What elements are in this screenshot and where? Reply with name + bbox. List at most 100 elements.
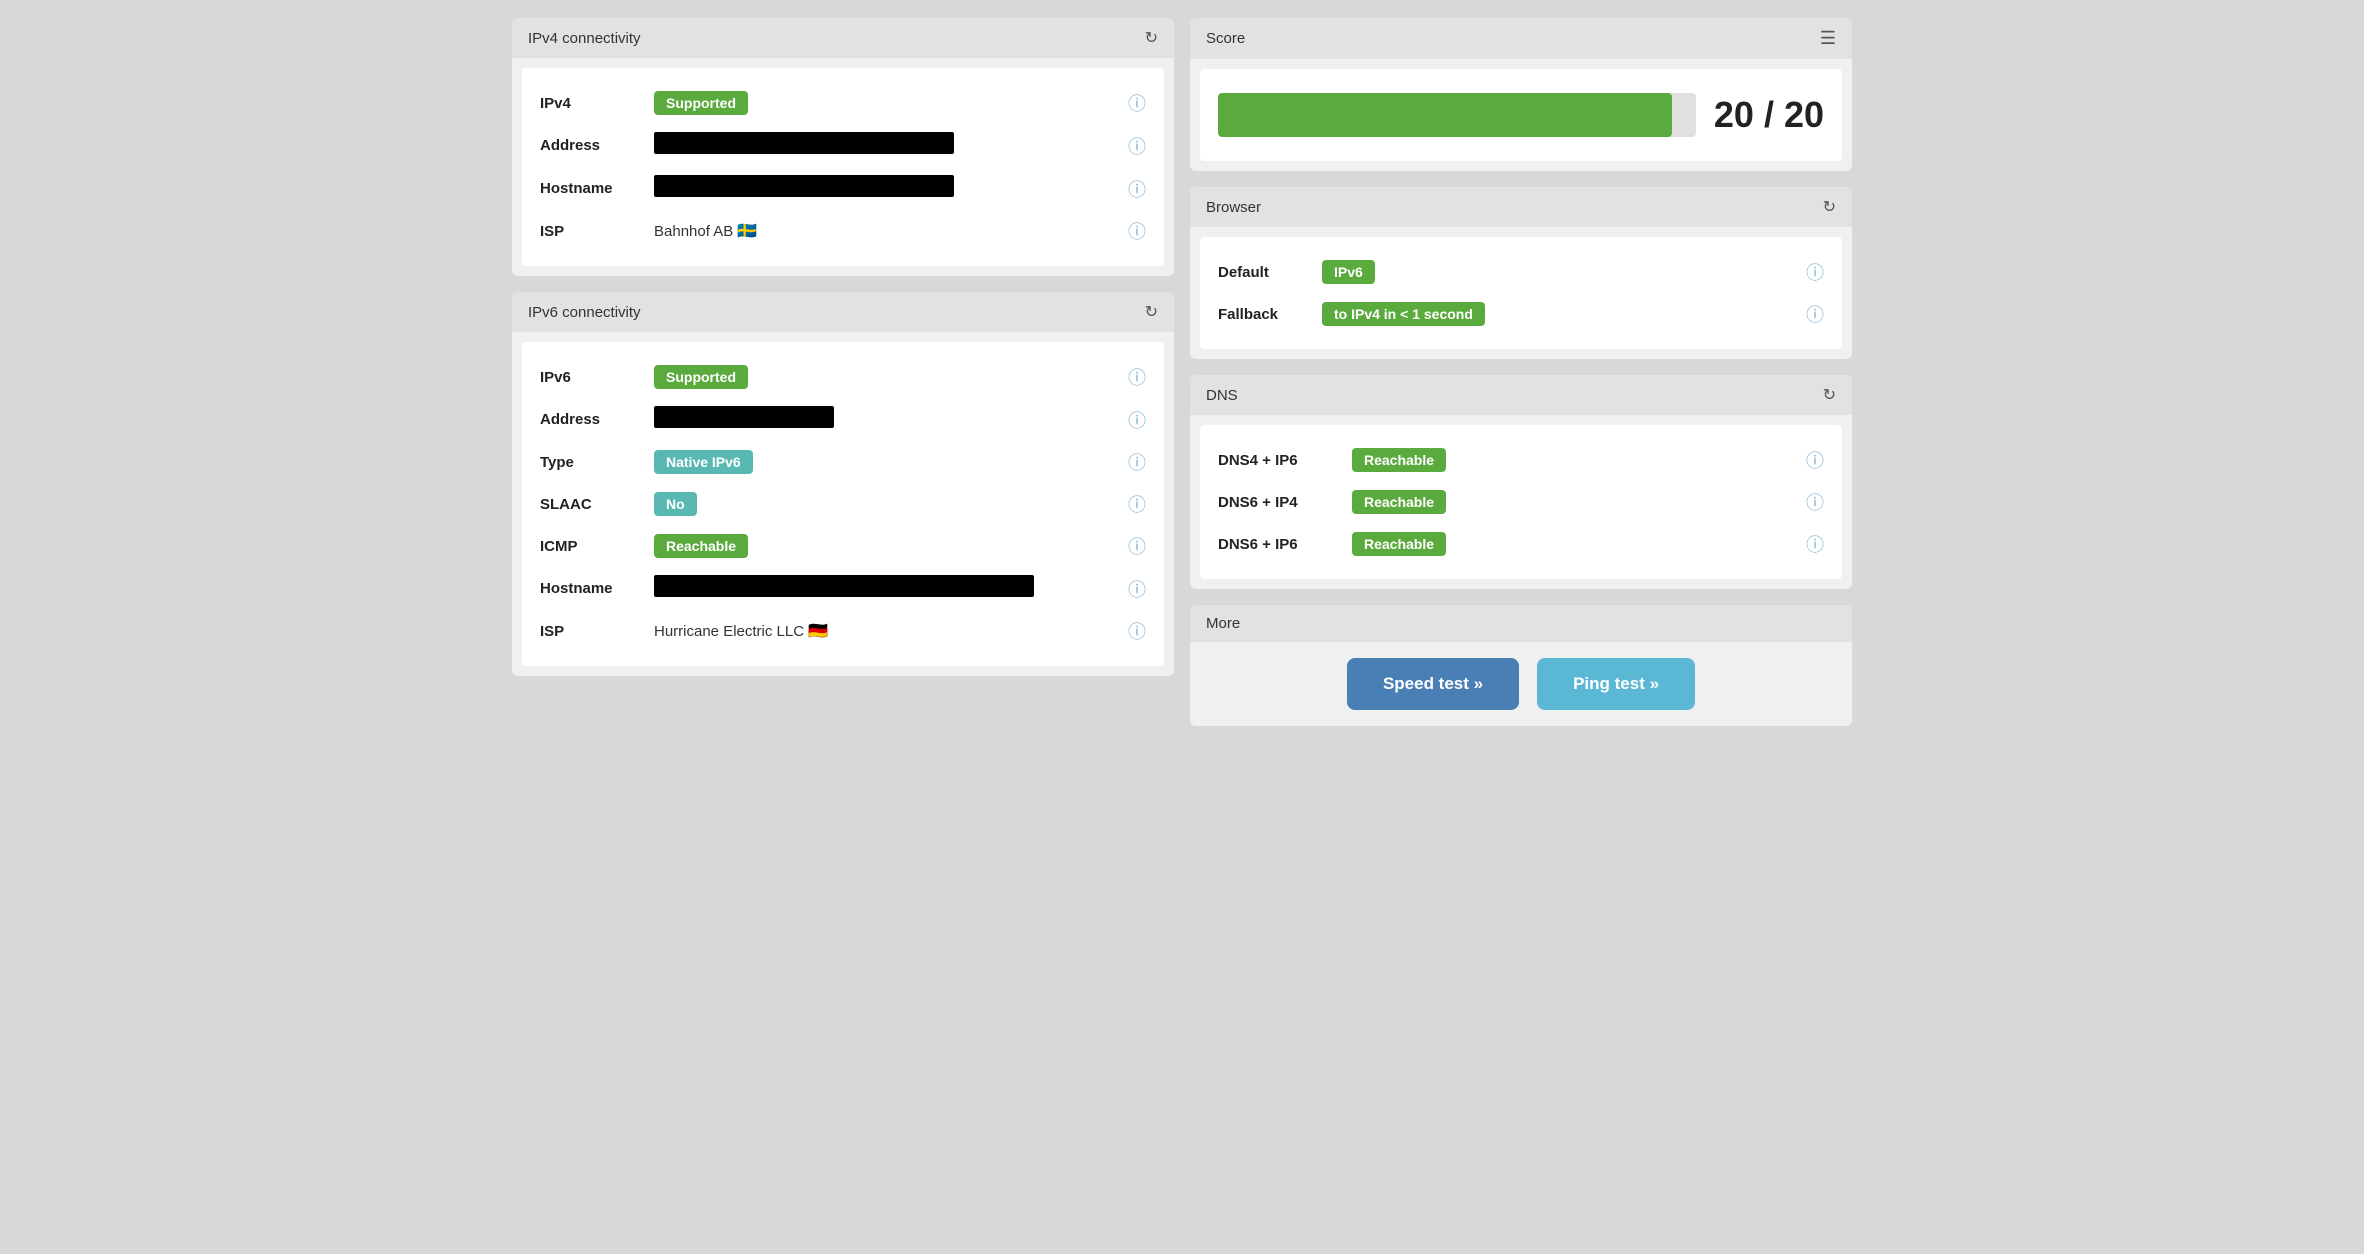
ipv6-address-redacted <box>654 406 834 428</box>
dns-help-icon-2[interactable]: ⓘ <box>1806 531 1824 557</box>
ipv6-isp-label: ISP <box>540 623 640 640</box>
ipv4-isp-value: Bahnhof AB 🇸🇪 <box>654 221 1114 241</box>
ipv4-status-row: IPv4 Supported ⓘ <box>540 82 1146 124</box>
ipv6-type-value: Native IPv6 <box>654 450 1114 474</box>
ipv4-help-icon[interactable]: ⓘ <box>1128 90 1146 116</box>
ipv4-hostname-help-icon[interactable]: ⓘ <box>1128 176 1146 202</box>
ipv4-address-row: Address ⓘ <box>540 124 1146 167</box>
ipv4-section-title: IPv4 connectivity <box>528 30 641 47</box>
ipv6-section-title: IPv6 connectivity <box>528 304 641 321</box>
ipv6-refresh-icon[interactable]: ↻ <box>1145 302 1158 322</box>
browser-fallback-value: to IPv4 in < 1 second <box>1322 302 1792 326</box>
score-list-icon[interactable]: ☰ <box>1820 28 1836 49</box>
ipv6-card: IPv6 connectivity ↻ IPv6 Supported ⓘ Add… <box>512 292 1174 676</box>
browser-fallback-row: Fallback to IPv4 in < 1 second ⓘ <box>1218 293 1824 335</box>
ipv6-icmp-label: ICMP <box>540 538 640 555</box>
left-column: IPv4 connectivity ↻ IPv4 Supported ⓘ Add… <box>512 18 1174 726</box>
score-header: Score ☰ <box>1190 18 1852 59</box>
dns-value-1: Reachable <box>1352 490 1792 514</box>
ipv4-label: IPv4 <box>540 95 640 112</box>
dns-refresh-icon[interactable]: ↻ <box>1823 385 1836 405</box>
ipv4-address-value <box>654 132 1114 159</box>
ipv6-type-badge: Native IPv6 <box>654 450 753 474</box>
dns-card: DNS ↻ DNS4 + IP6 Reachable ⓘ DNS6 + IP4 … <box>1190 375 1852 589</box>
ipv6-type-row: Type Native IPv6 ⓘ <box>540 441 1146 483</box>
speed-test-button[interactable]: Speed test » <box>1347 658 1519 710</box>
main-grid: IPv4 connectivity ↻ IPv4 Supported ⓘ Add… <box>512 18 1852 726</box>
dns-header: DNS ↻ <box>1190 375 1852 415</box>
browser-default-badge: IPv6 <box>1322 260 1375 284</box>
ipv6-status-row: IPv6 Supported ⓘ <box>540 356 1146 398</box>
browser-refresh-icon[interactable]: ↻ <box>1823 197 1836 217</box>
ipv4-refresh-icon[interactable]: ↻ <box>1145 28 1158 48</box>
ipv6-isp-row: ISP Hurricane Electric LLC 🇩🇪 ⓘ <box>540 610 1146 652</box>
dns-label-2: DNS6 + IP6 <box>1218 536 1338 553</box>
ipv4-isp-flag: 🇸🇪 <box>737 223 757 240</box>
ipv4-supported-badge: Supported <box>654 91 748 115</box>
ipv6-address-help-icon[interactable]: ⓘ <box>1128 407 1146 433</box>
score-bar-fill <box>1218 93 1672 137</box>
browser-body: Default IPv6 ⓘ Fallback to IPv4 in < 1 s… <box>1200 237 1842 349</box>
ipv6-address-label: Address <box>540 411 640 428</box>
browser-default-help-icon[interactable]: ⓘ <box>1806 259 1824 285</box>
ipv4-hostname-label: Hostname <box>540 180 640 197</box>
ipv4-isp-label: ISP <box>540 223 640 240</box>
ipv6-isp-value: Hurricane Electric LLC 🇩🇪 <box>654 621 1114 641</box>
ipv6-hostname-redacted <box>654 575 1034 597</box>
ipv6-address-row: Address ⓘ <box>540 398 1146 441</box>
ipv6-help-icon[interactable]: ⓘ <box>1128 364 1146 390</box>
dns-badge-0: Reachable <box>1352 448 1446 472</box>
browser-fallback-label: Fallback <box>1218 306 1308 323</box>
browser-default-label: Default <box>1218 264 1308 281</box>
dns-help-icon-1[interactable]: ⓘ <box>1806 489 1824 515</box>
dns-help-icon-0[interactable]: ⓘ <box>1806 447 1824 473</box>
more-header: More <box>1190 605 1852 642</box>
ipv4-hostname-value <box>654 175 1114 202</box>
more-buttons: Speed test » Ping test » <box>1190 642 1852 726</box>
ipv6-slaac-help-icon[interactable]: ⓘ <box>1128 491 1146 517</box>
ipv6-icmp-help-icon[interactable]: ⓘ <box>1128 533 1146 559</box>
dns-label-0: DNS4 + IP6 <box>1218 452 1338 469</box>
ipv6-slaac-row: SLAAC No ⓘ <box>540 483 1146 525</box>
ipv6-header: IPv6 connectivity ↻ <box>512 292 1174 332</box>
ipv6-isp-help-icon[interactable]: ⓘ <box>1128 618 1146 644</box>
ipv6-icmp-value: Reachable <box>654 534 1114 558</box>
browser-header: Browser ↻ <box>1190 187 1852 227</box>
browser-default-row: Default IPv6 ⓘ <box>1218 251 1824 293</box>
browser-fallback-help-icon[interactable]: ⓘ <box>1806 301 1824 327</box>
ipv6-type-help-icon[interactable]: ⓘ <box>1128 449 1146 475</box>
ipv4-header: IPv4 connectivity ↻ <box>512 18 1174 58</box>
ipv6-address-value <box>654 406 1114 433</box>
ipv6-supported-badge: Supported <box>654 365 748 389</box>
dns-value-2: Reachable <box>1352 532 1792 556</box>
ipv4-address-help-icon[interactable]: ⓘ <box>1128 133 1146 159</box>
dns-row-2: DNS6 + IP6 Reachable ⓘ <box>1218 523 1824 565</box>
more-section-title: More <box>1206 615 1240 632</box>
ipv6-icmp-row: ICMP Reachable ⓘ <box>540 525 1146 567</box>
ipv4-isp-help-icon[interactable]: ⓘ <box>1128 218 1146 244</box>
browser-section-title: Browser <box>1206 199 1261 216</box>
browser-default-value: IPv6 <box>1322 260 1792 284</box>
score-section-title: Score <box>1206 30 1245 47</box>
dns-label-1: DNS6 + IP4 <box>1218 494 1338 511</box>
ipv6-isp-name: Hurricane Electric LLC <box>654 623 804 640</box>
ipv4-body: IPv4 Supported ⓘ Address ⓘ Hostname <box>522 68 1164 266</box>
right-column: Score ☰ 20 / 20 Browser ↻ <box>1190 18 1852 726</box>
ping-test-button[interactable]: Ping test » <box>1537 658 1695 710</box>
dns-value-0: Reachable <box>1352 448 1792 472</box>
dns-row-1: DNS6 + IP4 Reachable ⓘ <box>1218 481 1824 523</box>
dns-section-title: DNS <box>1206 387 1238 404</box>
browser-fallback-badge: to IPv4 in < 1 second <box>1322 302 1485 326</box>
dns-body: DNS4 + IP6 Reachable ⓘ DNS6 + IP4 Reacha… <box>1200 425 1842 579</box>
score-card: Score ☰ 20 / 20 <box>1190 18 1852 171</box>
ipv6-slaac-value: No <box>654 492 1114 516</box>
ipv6-hostname-help-icon[interactable]: ⓘ <box>1128 576 1146 602</box>
ipv4-address-redacted <box>654 132 954 154</box>
ipv4-card: IPv4 connectivity ↻ IPv4 Supported ⓘ Add… <box>512 18 1174 276</box>
ipv4-isp-row: ISP Bahnhof AB 🇸🇪 ⓘ <box>540 210 1146 252</box>
ipv6-body: IPv6 Supported ⓘ Address ⓘ Type <box>522 342 1164 666</box>
score-bar-row: 20 / 20 <box>1218 83 1824 147</box>
ipv4-hostname-redacted <box>654 175 954 197</box>
ipv6-type-label: Type <box>540 454 640 471</box>
ipv6-slaac-badge: No <box>654 492 697 516</box>
